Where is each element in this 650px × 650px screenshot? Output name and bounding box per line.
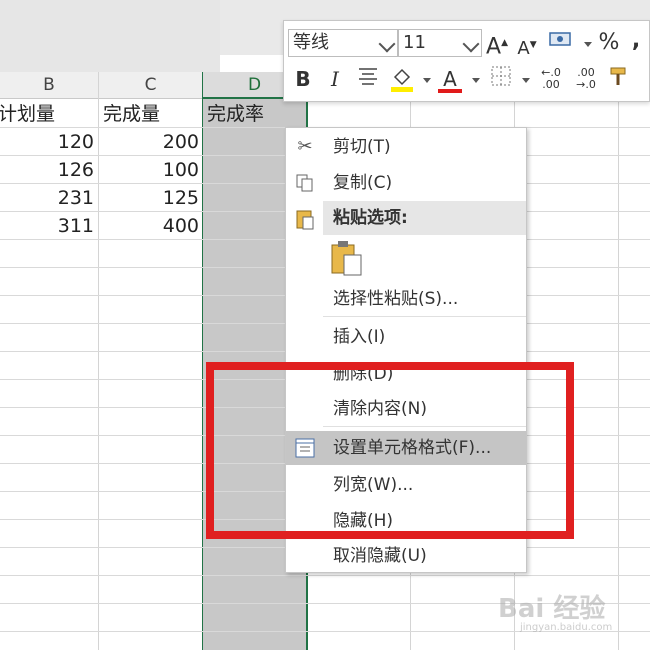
chevron-down-icon[interactable] — [423, 78, 431, 83]
menu-item-paste-options: 粘贴选项: — [286, 201, 526, 235]
clipboard-icon — [294, 208, 316, 230]
borders-icon — [491, 66, 511, 86]
paste-button[interactable] — [330, 240, 364, 276]
cell-plan[interactable]: 311 — [0, 212, 94, 240]
font-size-value: 11 — [403, 32, 426, 53]
grid-line — [618, 72, 619, 650]
accounting-format-button[interactable] — [547, 29, 575, 57]
chevron-down-icon[interactable] — [584, 42, 592, 47]
shrink-font-button[interactable]: A▼ — [516, 31, 538, 59]
column-header-b[interactable]: B — [0, 72, 98, 99]
menu-label: 插入(I) — [333, 327, 386, 347]
menu-separator — [323, 316, 526, 317]
watermark-url: jingyan.baidu.com — [520, 622, 613, 633]
grow-font-icon: A — [486, 34, 502, 60]
cell-done[interactable]: 125 — [99, 184, 199, 212]
cell-done[interactable]: 200 — [99, 128, 199, 156]
percent-button[interactable]: % — [596, 29, 622, 57]
paste-options-header: 粘贴选项: — [323, 201, 526, 235]
menu-label: 粘贴选项: — [333, 208, 408, 228]
chevron-down-icon — [378, 35, 396, 53]
grid-line — [0, 575, 650, 576]
format-painter-icon — [610, 67, 626, 85]
paint-bucket-icon — [391, 68, 413, 92]
menu-item-paste-special[interactable]: 选择性粘贴(S)... — [286, 282, 526, 316]
menu-item-insert[interactable]: 插入(I) — [286, 320, 526, 354]
mini-toolbar: 等线 11 A▲ A▼ % , B I A ←.0 .00 .00 →.0 — [283, 20, 650, 102]
highlight-box — [206, 362, 574, 539]
decrease-decimal-button[interactable]: .00 →.0 — [571, 67, 601, 95]
currency-icon — [549, 32, 571, 46]
column-label-c: C — [144, 75, 157, 95]
ribbon-area — [0, 0, 220, 72]
chevron-down-icon[interactable] — [472, 78, 480, 83]
column-label-d: D — [247, 75, 262, 95]
menu-label: 复制(C) — [333, 173, 393, 193]
cell-done[interactable]: 100 — [99, 156, 199, 184]
decrease-decimal-icon-bottom: →.0 — [576, 78, 596, 91]
bold-button[interactable]: B — [292, 65, 314, 93]
menu-label: 取消隐藏(U) — [333, 546, 427, 566]
comma-style-button[interactable]: , — [626, 27, 646, 55]
cell-header-plan[interactable]: 计划量 — [0, 100, 55, 128]
cell-plan[interactable]: 120 — [0, 128, 94, 156]
font-color-button[interactable]: A — [436, 65, 464, 93]
increase-decimal-icon-bottom: .00 — [542, 78, 560, 91]
borders-button[interactable] — [488, 65, 514, 93]
cell-done[interactable]: 400 — [99, 212, 199, 240]
cell-plan[interactable]: 126 — [0, 156, 94, 184]
menu-item-unhide[interactable]: 取消隐藏(U) — [286, 539, 526, 573]
menu-item-cut[interactable]: ✂ 剪切(T) — [286, 130, 526, 164]
align-center-icon — [359, 68, 377, 85]
italic-button[interactable]: I — [324, 65, 346, 93]
cell-plan[interactable]: 231 — [0, 184, 94, 212]
font-color-swatch — [438, 89, 462, 93]
menu-item-copy[interactable]: 复制(C) — [286, 166, 526, 200]
grow-font-button[interactable]: A▲ — [485, 29, 509, 60]
cell-header-rate[interactable]: 完成率 — [207, 100, 264, 128]
watermark-logo: Bai 经验 — [498, 594, 606, 624]
font-color-icon: A — [443, 67, 457, 91]
grid-line — [202, 72, 203, 650]
center-align-button[interactable] — [356, 65, 380, 93]
font-size-select[interactable]: 11 — [398, 29, 482, 57]
copy-icon — [294, 173, 316, 193]
scissors-icon: ✂ — [297, 136, 313, 157]
fill-color-button[interactable] — [388, 65, 416, 93]
cell-header-done[interactable]: 完成量 — [103, 100, 160, 128]
increase-decimal-button[interactable]: ←.0 .00 — [536, 67, 566, 95]
chevron-down-icon[interactable] — [522, 78, 530, 83]
font-name-value: 等线 — [293, 32, 329, 53]
font-name-select[interactable]: 等线 — [288, 29, 398, 57]
menu-label: 剪切(T) — [333, 137, 391, 157]
paste-icon — [331, 241, 362, 276]
column-label-b: B — [43, 75, 55, 95]
column-header-c[interactable]: C — [99, 72, 202, 99]
menu-label: 选择性粘贴(S)... — [333, 289, 459, 309]
chevron-down-icon — [462, 35, 480, 53]
shrink-font-icon: A — [517, 38, 530, 59]
format-painter-button[interactable] — [606, 65, 632, 93]
